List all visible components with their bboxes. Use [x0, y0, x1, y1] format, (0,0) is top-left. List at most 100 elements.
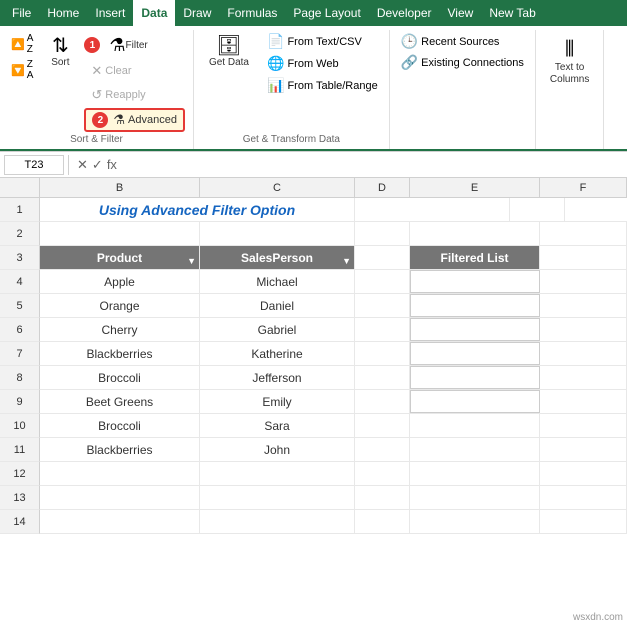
- menu-data[interactable]: Data: [133, 0, 175, 26]
- cell-8c[interactable]: Jefferson: [200, 366, 355, 389]
- from-table-button[interactable]: 📊 From Table/Range: [264, 76, 381, 95]
- cell-9f: [540, 390, 627, 413]
- menu-home[interactable]: Home: [39, 0, 87, 26]
- recent-sources-button[interactable]: 🕒 Recent Sources: [398, 32, 527, 51]
- recent-group: 🕒 Recent Sources 🔗 Existing Connections: [390, 30, 536, 149]
- from-web-icon: 🌐: [267, 55, 284, 72]
- cell-10e: [410, 414, 540, 437]
- from-text-button[interactable]: 📄 From Text/CSV: [264, 32, 381, 51]
- cancel-icon[interactable]: ✕: [77, 157, 88, 173]
- menu-draw[interactable]: Draw: [175, 0, 219, 26]
- get-data-icon: 🗄: [216, 36, 241, 56]
- menu-insert[interactable]: Insert: [87, 0, 133, 26]
- filter-button[interactable]: ⚗ Filter: [102, 32, 154, 58]
- cell-9e[interactable]: [410, 390, 540, 413]
- sort-button[interactable]: ⇅ Sort: [42, 32, 78, 72]
- row-header-9: 9: [0, 390, 40, 414]
- cell-14c: [200, 510, 355, 533]
- table-row: Using Advanced Filter Option: [40, 198, 627, 222]
- cell-8b[interactable]: Broccoli: [40, 366, 200, 389]
- advanced-button[interactable]: 2 ⚗ Advanced: [84, 108, 185, 132]
- text-columns-icon: ⫴: [565, 36, 574, 62]
- from-web-button[interactable]: 🌐 From Web: [264, 54, 381, 73]
- transform-buttons: 📄 From Text/CSV 🌐 From Web 📊 From Table/…: [264, 32, 381, 95]
- clear-button[interactable]: ✕ Clear: [84, 60, 185, 82]
- col-header-f: F: [540, 178, 627, 197]
- cell-13f: [540, 486, 627, 509]
- row-header-2: 2: [0, 222, 40, 246]
- cell-7e[interactable]: [410, 342, 540, 365]
- menu-formulas[interactable]: Formulas: [219, 0, 285, 26]
- recent-icon: 🕒: [401, 33, 418, 50]
- cell-11d: [355, 438, 410, 461]
- cell-10b[interactable]: Broccoli: [40, 414, 200, 437]
- reapply-button[interactable]: ↺ Reapply: [84, 84, 185, 106]
- get-data-button[interactable]: 🗄 Get Data: [202, 32, 256, 72]
- product-dropdown[interactable]: ▼: [187, 256, 196, 266]
- menu-page-layout[interactable]: Page Layout: [285, 0, 368, 26]
- cell-10d: [355, 414, 410, 437]
- cell-10c[interactable]: Sara: [200, 414, 355, 437]
- title-cell[interactable]: Using Advanced Filter Option: [40, 198, 355, 221]
- cell-6e[interactable]: [410, 318, 540, 341]
- cell-5b[interactable]: Orange: [40, 294, 200, 317]
- cell-11b[interactable]: Blackberries: [40, 438, 200, 461]
- cell-12f: [540, 462, 627, 485]
- confirm-icon[interactable]: ✓: [92, 157, 103, 173]
- col-header-e: E: [410, 178, 540, 197]
- filter-icon: ⚗: [109, 36, 125, 54]
- cell-8e[interactable]: [410, 366, 540, 389]
- cell-8d: [355, 366, 410, 389]
- row-header-5: 5: [0, 294, 40, 318]
- salesperson-dropdown[interactable]: ▼: [342, 256, 351, 266]
- table-row: Blackberries John: [40, 438, 627, 462]
- cell-12b: [40, 462, 200, 485]
- from-table-label: From Table/Range: [287, 80, 377, 92]
- cell-12e: [410, 462, 540, 485]
- cell-13c: [200, 486, 355, 509]
- cell-5f: [540, 294, 627, 317]
- table-row: Product ▼ SalesPerson ▼ Filtered List: [40, 246, 627, 270]
- row-header-4: 4: [0, 270, 40, 294]
- formula-input[interactable]: [125, 155, 623, 175]
- cell-7b[interactable]: Blackberries: [40, 342, 200, 365]
- cell-6b[interactable]: Cherry: [40, 318, 200, 341]
- cell-2b: [40, 222, 200, 245]
- table-row: [40, 510, 627, 534]
- cell-7c[interactable]: Katherine: [200, 342, 355, 365]
- sort-az-button[interactable]: 🔼 AZ: [8, 32, 36, 56]
- col-headers: B C D E F: [0, 178, 627, 198]
- fx-icon[interactable]: fx: [107, 157, 117, 172]
- filter-group: 1 ⚗ Filter ✕ Clear ↺ Reapply: [84, 32, 185, 132]
- menu-file[interactable]: File: [4, 0, 39, 26]
- advanced-icon: ⚗: [113, 112, 125, 128]
- cell-14b: [40, 510, 200, 533]
- cell-4e[interactable]: [410, 270, 540, 293]
- cell-5c[interactable]: Daniel: [200, 294, 355, 317]
- from-table-icon: 📊: [267, 77, 284, 94]
- cell-4b[interactable]: Apple: [40, 270, 200, 293]
- recent-label: Recent Sources: [421, 36, 499, 48]
- text-columns-label: Text to Columns: [550, 62, 589, 86]
- menu-view[interactable]: View: [440, 0, 482, 26]
- cell-8f: [540, 366, 627, 389]
- text-to-columns-button[interactable]: ⫴ Text to Columns: [544, 32, 595, 90]
- cell-6c[interactable]: Gabriel: [200, 318, 355, 341]
- from-text-label: From Text/CSV: [287, 36, 361, 48]
- cell-11c[interactable]: John: [200, 438, 355, 461]
- cell-9c[interactable]: Emily: [200, 390, 355, 413]
- sort-za-button[interactable]: 🔽 ZA: [8, 58, 36, 82]
- cell-9b[interactable]: Beet Greens: [40, 390, 200, 413]
- cell-7f: [540, 342, 627, 365]
- table-row: Broccoli Sara: [40, 414, 627, 438]
- menu-new-tab[interactable]: New Tab: [481, 0, 543, 26]
- cell-11f: [540, 438, 627, 461]
- cell-5e[interactable]: [410, 294, 540, 317]
- cell-reference[interactable]: [4, 155, 64, 175]
- cell-4c[interactable]: Michael: [200, 270, 355, 293]
- menu-developer[interactable]: Developer: [369, 0, 440, 26]
- existing-connections-button[interactable]: 🔗 Existing Connections: [398, 53, 527, 72]
- table-row: Broccoli Jefferson: [40, 366, 627, 390]
- table-row: Orange Daniel: [40, 294, 627, 318]
- cell-4f: [540, 270, 627, 293]
